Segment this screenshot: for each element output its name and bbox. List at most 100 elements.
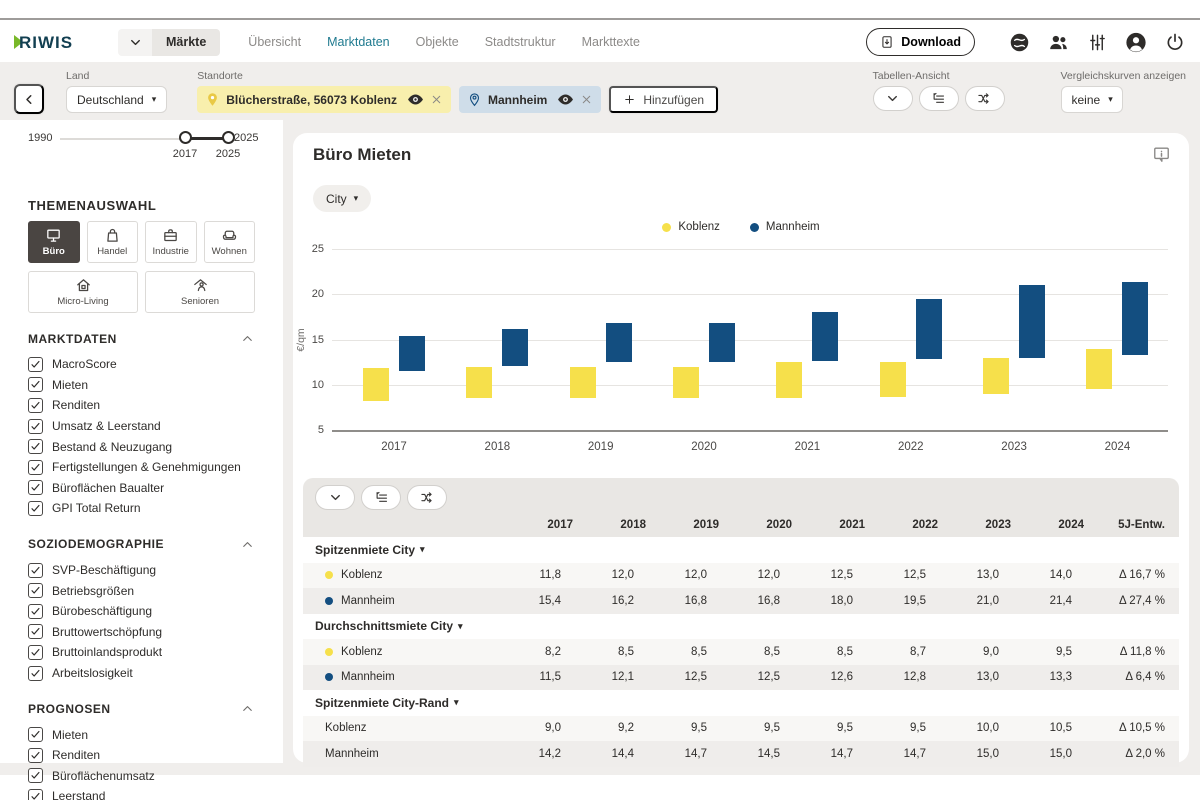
checkbox-checked[interactable] xyxy=(28,789,43,800)
table-row-mannheim[interactable]: Mannheim14,214,414,714,514,714,715,015,0… xyxy=(303,741,1179,767)
range-bar-koblenz-2021[interactable] xyxy=(776,362,802,398)
theme-button-wohnen[interactable]: Wohnen xyxy=(204,221,256,263)
chevron-up-icon[interactable] xyxy=(240,331,255,346)
location-chip[interactable]: Blücherstraße, 56073 Koblenz xyxy=(197,86,451,113)
table-row-mannheim[interactable]: Mannheim15,416,216,816,818,019,521,021,4… xyxy=(303,588,1179,614)
theme-button-industrie[interactable]: Industrie xyxy=(145,221,197,263)
location-chip[interactable]: Mannheim xyxy=(459,86,601,113)
riwis-logo[interactable]: RIWIS xyxy=(14,31,92,53)
checkbox-checked[interactable] xyxy=(28,501,43,516)
checkbox-checked[interactable] xyxy=(28,727,43,742)
add-location-button[interactable]: Hinzufügen xyxy=(609,86,718,113)
checkbox-checked[interactable] xyxy=(28,439,43,454)
table-group-header[interactable]: Durchschnittsmiete City▾ xyxy=(303,614,1179,640)
series-dot xyxy=(325,571,333,579)
range-bar-mannheim-2018[interactable] xyxy=(502,329,528,366)
table-row-koblenz[interactable]: Koblenz11,812,012,012,012,512,513,014,0Δ… xyxy=(303,563,1179,589)
download-button[interactable]: Download xyxy=(866,28,975,56)
range-bar-mannheim-2023[interactable] xyxy=(1019,285,1045,357)
range-bar-mannheim-2022[interactable] xyxy=(916,299,942,360)
nav-item-markttexte[interactable]: Markttexte xyxy=(582,35,640,49)
theme-button-büro[interactable]: Büro xyxy=(28,221,80,263)
chevron-down-icon[interactable] xyxy=(118,29,152,56)
checkbox-checked[interactable] xyxy=(28,583,43,598)
checkbox-checked[interactable] xyxy=(28,768,43,783)
range-bar-mannheim-2024[interactable] xyxy=(1122,282,1148,355)
table-header-block: 201720182019202020212022202320245J-Entw. xyxy=(303,478,1179,537)
range-bar-mannheim-2020[interactable] xyxy=(709,323,735,362)
checkbox-checked[interactable] xyxy=(28,645,43,660)
compare-select[interactable]: keine ▾ xyxy=(1061,86,1123,113)
checkbox-checked[interactable] xyxy=(28,480,43,495)
checkbox-label: Leerstand xyxy=(52,789,105,800)
chevron-up-icon[interactable] xyxy=(240,537,255,552)
range-bar-koblenz-2022[interactable] xyxy=(880,362,906,396)
back-button[interactable] xyxy=(14,84,44,114)
table-row-koblenz[interactable]: Koblenz9,09,29,59,59,59,510,010,5Δ 10,5 … xyxy=(303,716,1179,742)
table-view-shuffle-button[interactable] xyxy=(965,86,1005,111)
table-toolbar-shuffle-button[interactable] xyxy=(407,485,447,510)
chevron-up-icon[interactable] xyxy=(240,701,255,716)
x-tick-label: 2018 xyxy=(455,441,539,453)
legend-item-mannheim[interactable]: Mannheim xyxy=(750,221,820,233)
checkbox-checked[interactable] xyxy=(28,398,43,413)
range-bar-mannheim-2021[interactable] xyxy=(812,312,838,361)
checkbox-checked[interactable] xyxy=(28,377,43,392)
checkbox-checked[interactable] xyxy=(28,357,43,372)
sliders-icon[interactable] xyxy=(1086,31,1108,53)
account-icon[interactable] xyxy=(1125,31,1147,53)
checkbox-label: Fertigstellungen & Genehmigungen xyxy=(52,460,241,474)
range-bar-koblenz-2017[interactable] xyxy=(363,368,389,401)
maerkte-label[interactable]: Märkte xyxy=(152,29,220,56)
theme-button-micro-living[interactable]: Micro-Living xyxy=(28,271,138,313)
range-bar-koblenz-2024[interactable] xyxy=(1086,349,1112,390)
table-row-koblenz[interactable]: Koblenz8,28,58,58,58,58,79,09,5Δ 11,8 % xyxy=(303,639,1179,665)
table-view-tree-list-button[interactable] xyxy=(919,86,959,111)
range-bar-koblenz-2019[interactable] xyxy=(570,367,596,399)
range-bar-koblenz-2023[interactable] xyxy=(983,358,1009,394)
theme-button-senioren[interactable]: Senioren xyxy=(145,271,255,313)
checkbox-checked[interactable] xyxy=(28,666,43,681)
checkbox-checked[interactable] xyxy=(28,563,43,578)
checkbox-checked[interactable] xyxy=(28,748,43,763)
slider-handle-to[interactable] xyxy=(222,131,235,144)
land-select[interactable]: Deutschland ▾ xyxy=(66,86,167,113)
note-icon[interactable] xyxy=(1152,145,1171,164)
table-view-chevron-down-button[interactable] xyxy=(873,86,913,111)
table-group-header[interactable]: Spitzenmiete City▾ xyxy=(303,537,1179,563)
remove-location-icon[interactable] xyxy=(430,93,443,106)
range-bar-koblenz-2020[interactable] xyxy=(673,367,699,399)
nav-item-marktdaten[interactable]: Marktdaten xyxy=(327,35,390,49)
users-icon[interactable] xyxy=(1047,31,1069,53)
nav-item-objekte[interactable]: Objekte xyxy=(416,35,459,49)
nav-item-stadtstruktur[interactable]: Stadtstruktur xyxy=(485,35,556,49)
range-bar-koblenz-2018[interactable] xyxy=(466,367,492,399)
gridline xyxy=(332,249,1168,250)
remove-location-icon[interactable] xyxy=(580,93,593,106)
city-filter-dropdown[interactable]: City ▾ xyxy=(313,185,371,212)
nav-item-übersicht[interactable]: Übersicht xyxy=(248,35,301,49)
theme-button-handel[interactable]: Handel xyxy=(87,221,139,263)
value-cell: 12,5 xyxy=(780,569,853,581)
power-icon[interactable] xyxy=(1164,31,1186,53)
table-group-header[interactable]: Spitzenmiete City-Rand▾ xyxy=(303,690,1179,716)
legend-item-koblenz[interactable]: Koblenz xyxy=(662,221,720,233)
range-bar-mannheim-2019[interactable] xyxy=(606,323,632,362)
checkbox-checked[interactable] xyxy=(28,419,43,434)
maerkte-menu-control[interactable]: Märkte xyxy=(118,29,220,56)
globe-icon[interactable] xyxy=(1008,31,1030,53)
table-toolbar-chevron-down-button[interactable] xyxy=(315,485,355,510)
slider-handle-from[interactable] xyxy=(179,131,192,144)
range-bar-mannheim-2017[interactable] xyxy=(399,336,425,371)
checkbox-checked[interactable] xyxy=(28,460,43,475)
table-toolbar-tree-list-button[interactable] xyxy=(361,485,401,510)
checkbox-checked[interactable] xyxy=(28,624,43,639)
table-row-mannheim[interactable]: Mannheim11,512,112,512,512,612,813,013,3… xyxy=(303,665,1179,691)
checkbox-row: Betriebsgrößen xyxy=(28,580,255,601)
city-name: Mannheim xyxy=(341,671,395,683)
visibility-eye-icon[interactable] xyxy=(407,91,424,108)
checkbox-checked[interactable] xyxy=(28,604,43,619)
checkbox-row: Bürobeschäftigung xyxy=(28,601,255,622)
value-cell: 13,0 xyxy=(926,569,999,581)
visibility-eye-icon[interactable] xyxy=(557,91,574,108)
